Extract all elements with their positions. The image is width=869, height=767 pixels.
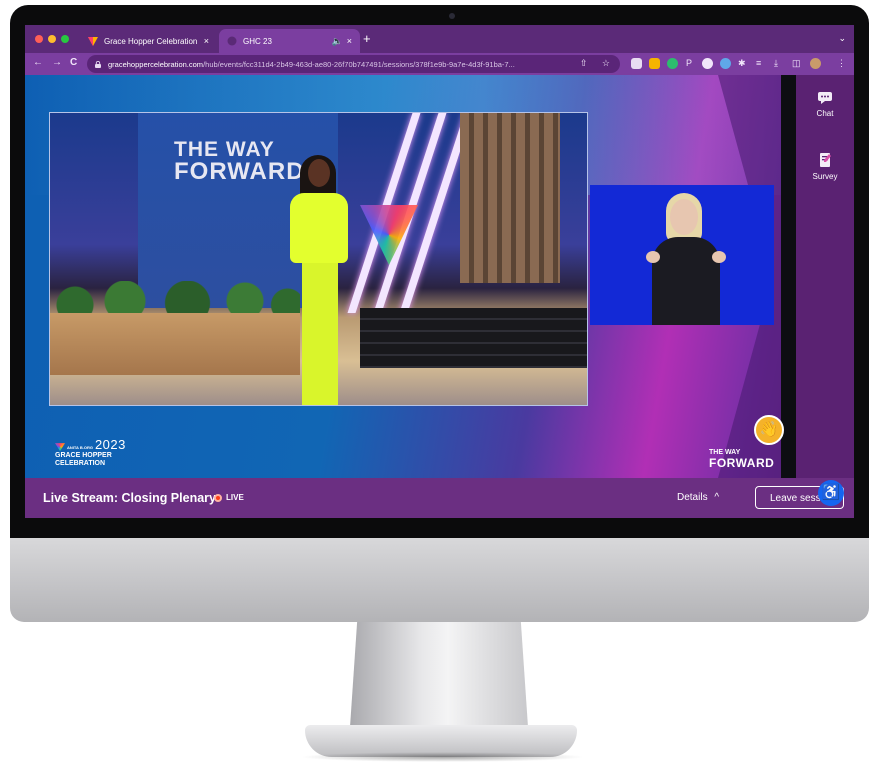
chat-icon [818,92,832,104]
zoom-window-button[interactable] [61,35,69,43]
circle-extension-icon[interactable] [702,58,713,69]
ghc-2023-logo: ANITA B.ORG 2023 GRACE HOPPER CELEBRATIO… [55,438,126,468]
grammarly-extension-icon[interactable] [667,58,678,69]
camera-extension-icon[interactable] [631,58,642,69]
ghc-favicon-icon [227,36,237,46]
profile-avatar[interactable] [810,58,821,69]
stage-banner: THE WAY FORWARD [174,139,305,185]
p-extension-icon[interactable]: P [686,58,692,68]
accessibility-icon[interactable]: ♿ [818,480,844,506]
interpreter-body [652,237,720,325]
reload-button[interactable]: C [70,57,77,68]
stage-planter [50,313,300,375]
ghc-year: 2023 [94,437,126,452]
monitor-chin [10,538,869,622]
browser-toolbar: ← → C gracehoppercelebration.com/hub/eve… [25,53,854,75]
back-button[interactable]: ← [33,57,43,68]
side-panel-icon[interactable]: ◫ [792,58,801,69]
sidebar-divider [781,75,796,478]
tab-grace-hopper[interactable]: Grace Hopper Celebration 20… × [80,29,217,53]
interpreter-hand [712,251,726,263]
interpreter-head [670,199,698,235]
tab-close-icon[interactable]: × [347,36,352,46]
presenter-head [308,159,330,187]
monitor-stand [350,622,528,727]
session-footer: Live Stream: Closing Plenary LIVE Detail… [25,478,854,518]
address-bar[interactable]: gracehoppercelebration.com/hub/events/fc… [87,55,620,73]
notes-extension-icon[interactable] [649,58,660,69]
ghc-line1: GRACE HOPPER [55,452,112,459]
tab-close-icon[interactable]: × [204,36,209,46]
stage-pillars [460,113,560,283]
interpreter-hand [646,251,660,263]
minimize-window-button[interactable] [48,35,56,43]
sidebar-item-survey[interactable]: Survey [796,152,854,181]
stage-stairs [360,308,587,368]
close-window-button[interactable] [35,35,43,43]
wave-reaction-button[interactable]: 👋 [754,415,784,445]
new-tab-button[interactable]: + [363,31,371,46]
forward-button[interactable]: → [52,57,62,68]
tab-label: GHC 23 [243,36,272,46]
main-video-player[interactable]: THE WAY FORWARD [49,112,588,406]
url-host: gracehoppercelebration.com [108,59,204,69]
extensions-puzzle-icon[interactable]: ✱ [738,58,746,69]
ghc-small-text: ANITA B.ORG [67,445,93,450]
reading-list-icon[interactable]: ≡ [756,58,761,68]
details-toggle[interactable]: Details ^ [677,492,719,503]
tab-label: Grace Hopper Celebration 20… [104,36,200,46]
interpreter-video[interactable] [590,185,774,325]
sidebar-item-chat[interactable]: Chat [796,91,854,118]
presenter-jacket [290,193,348,263]
tab-audio-icon[interactable]: 🔈 [332,36,343,47]
browser-menu-icon[interactable]: ⋮ [837,58,846,69]
stage-banner-line2: FORWARD [174,158,305,185]
sidebar-item-label: Chat [816,109,834,118]
live-badge: LIVE [226,493,244,502]
twf-line1: THE WAY [709,449,741,456]
tab-search-chevron-icon[interactable]: ⌄ [838,33,846,44]
the-way-forward-logo: THE WAY FORWARD [709,449,774,470]
details-label: Details [677,492,708,503]
webcam [449,13,455,19]
stand-shadow [300,752,585,762]
browser-tab-strip: Grace Hopper Celebration 20… × GHC 23 🔈 … [25,25,854,53]
chevron-up-icon: ^ [714,492,720,503]
session-title: Live Stream: Closing Plenary [43,491,216,505]
event-page: Chat Survey THE WAY FORWARD ANITA B.ORG … [25,75,854,518]
url-path: /hub/events/fcc311d4-2b49-463d-ae80-26f7… [203,59,515,69]
survey-icon [820,153,831,167]
screen: Grace Hopper Celebration 20… × GHC 23 🔈 … [25,25,854,518]
tab-ghc-23[interactable]: GHC 23 🔈 × [219,29,360,53]
right-sidebar [796,75,854,478]
twf-line2: FORWARD [709,456,775,470]
ghc-mark-icon [55,443,65,452]
multi-extension-icon[interactable] [720,58,731,69]
live-indicator-icon [214,494,222,502]
share-bookmark-icons[interactable]: ⇧ ☆ [580,58,616,69]
download-icon[interactable]: ⤓ [774,58,778,69]
ghc-line2: CELEBRATION [55,460,106,467]
lock-icon [95,60,101,68]
sidebar-item-label: Survey [812,172,838,181]
ghc-favicon-icon [88,37,98,46]
